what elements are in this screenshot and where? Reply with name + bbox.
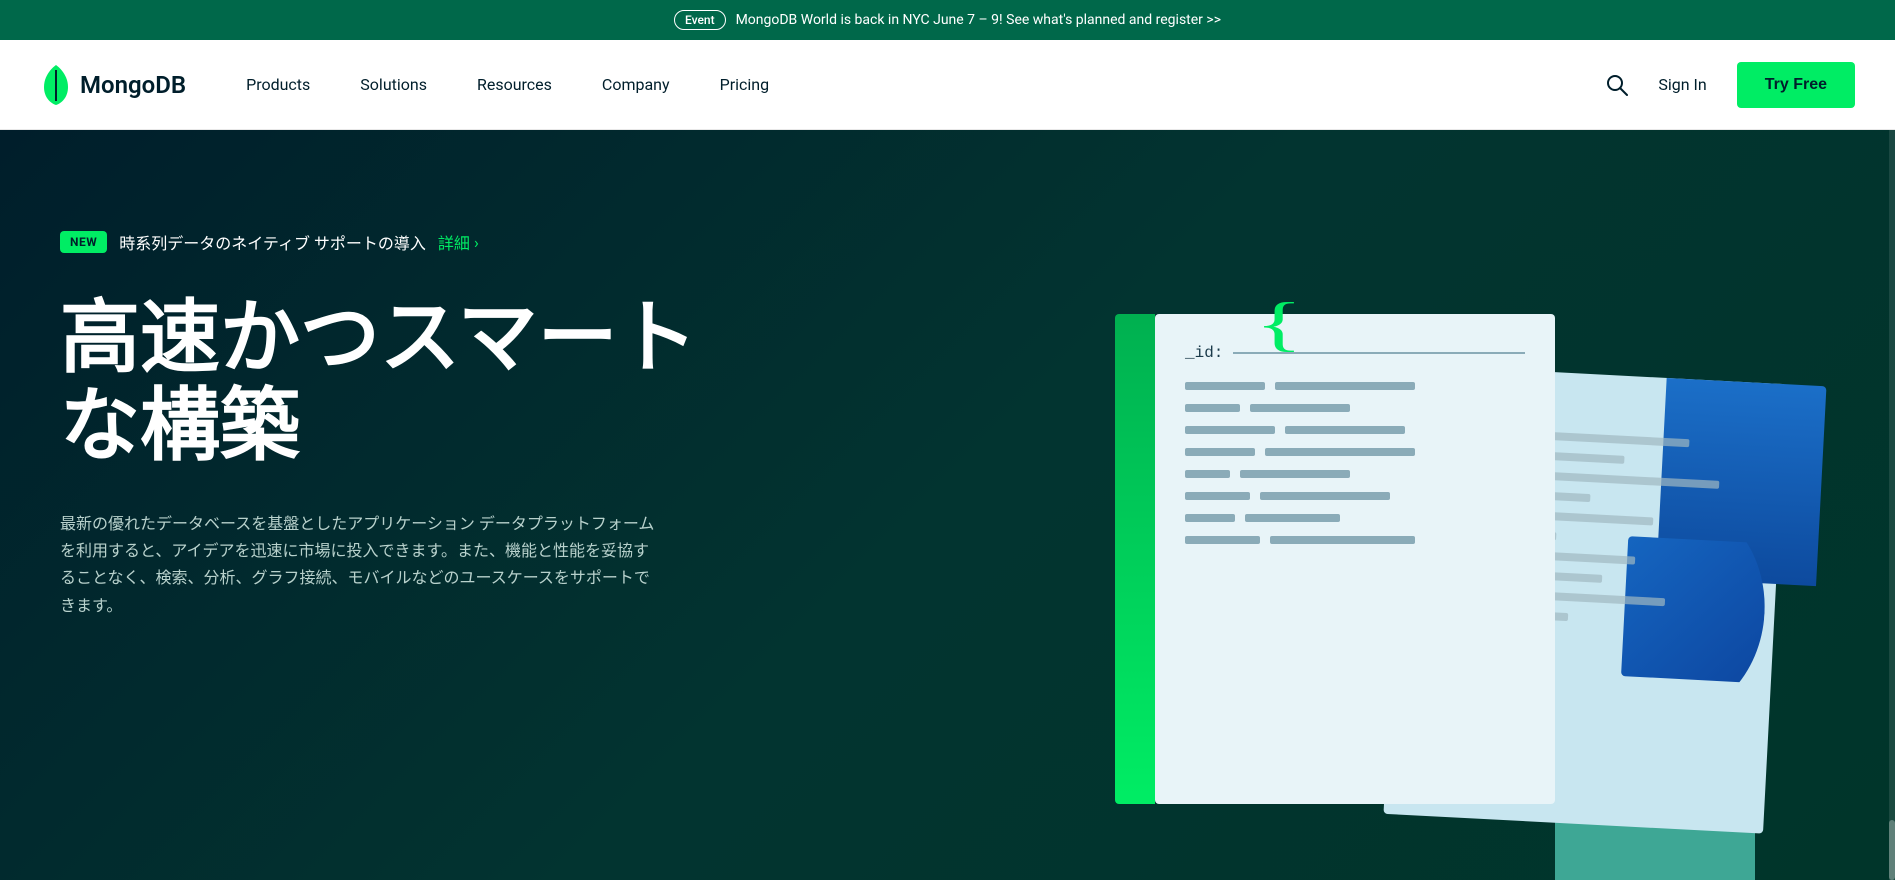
doc-field-line: [1185, 448, 1255, 456]
hero-title: 高速かつスマートな構築: [60, 294, 760, 470]
logo-text: MongoDB: [80, 71, 186, 99]
hero-description: 最新の優れたデータベースを基盤としたアプリケーション データプラットフォームを利…: [60, 510, 660, 619]
mongodb-leaf-icon: [40, 65, 72, 105]
nav-products[interactable]: Products: [246, 75, 310, 94]
try-free-button[interactable]: Try Free: [1737, 62, 1855, 108]
doc-value-line: [1285, 426, 1405, 434]
doc-field-line: [1185, 426, 1275, 434]
scrollbar: [1889, 130, 1895, 880]
green-sidebar-accent: [1115, 314, 1155, 804]
banner-text: MongoDB World is back in NYC June 7 – 9!…: [736, 12, 1221, 28]
doc-row: [1185, 426, 1525, 434]
doc-row: [1185, 382, 1525, 390]
nav-right: Sign In Try Free: [1606, 62, 1855, 108]
doc-row: [1185, 448, 1525, 456]
search-button[interactable]: [1606, 74, 1628, 96]
doc-field-line: [1185, 470, 1230, 478]
hero-illustration: {: [1055, 314, 1755, 880]
nav-company[interactable]: Company: [602, 75, 670, 94]
event-badge: Event: [674, 10, 726, 30]
doc-content-lines: [1185, 382, 1525, 544]
blue-wave-shape: [1621, 536, 1768, 683]
doc-row: [1185, 492, 1525, 500]
doc-row: [1185, 470, 1525, 478]
nav-pricing[interactable]: Pricing: [720, 75, 770, 94]
doc-field-line: [1185, 492, 1250, 500]
doc-value-line: [1250, 404, 1350, 412]
search-icon: [1606, 74, 1628, 96]
doc-field-line: [1185, 404, 1240, 412]
doc-row: [1185, 536, 1525, 544]
doc-field-line: [1185, 382, 1265, 390]
announcement-link[interactable]: 詳細 ›: [438, 230, 479, 254]
scrollbar-thumb: [1889, 820, 1895, 880]
hero-section: NEW 時系列データのネイティブ サポートの導入 詳細 › 高速かつスマートな構…: [0, 130, 1895, 880]
announcement-link-text: 詳細: [438, 230, 470, 254]
logo-link[interactable]: MongoDB: [40, 65, 186, 105]
chevron-right-icon: ›: [474, 233, 479, 252]
doc-id-label: _id:: [1185, 344, 1223, 362]
event-banner: Event MongoDB World is back in NYC June …: [0, 0, 1895, 40]
announcement-text: 時系列データのネイティブ サポートの導入: [119, 230, 426, 254]
doc-value-line: [1260, 492, 1390, 500]
doc-value-line: [1265, 448, 1415, 456]
doc-id-row: _id:: [1185, 344, 1525, 362]
hero-text-block: 高速かつスマートな構築 最新の優れたデータベースを基盤としたアプリケーション デ…: [60, 294, 760, 619]
nav-resources[interactable]: Resources: [477, 75, 552, 94]
doc-value-line: [1270, 536, 1415, 544]
doc-value-line: [1245, 514, 1340, 522]
doc-value-line: [1275, 382, 1415, 390]
doc-value-line: [1240, 470, 1350, 478]
nav-links: Products Solutions Resources Company Pri…: [246, 75, 1606, 94]
hero-announcement: NEW 時系列データのネイティブ サポートの導入 詳細 ›: [60, 230, 1835, 254]
doc-field-line: [1185, 514, 1235, 522]
document-card-main: _id:: [1155, 314, 1555, 804]
nav-solutions[interactable]: Solutions: [360, 75, 427, 94]
navbar: MongoDB Products Solutions Resources Com…: [0, 40, 1895, 130]
hero-content: 高速かつスマートな構築 最新の優れたデータベースを基盤としたアプリケーション デ…: [60, 294, 1835, 619]
sign-in-link[interactable]: Sign In: [1658, 75, 1706, 94]
curly-brace-icon: {: [1255, 294, 1303, 354]
doc-field-line: [1185, 536, 1260, 544]
doc-row: [1185, 514, 1525, 522]
doc-row: [1185, 404, 1525, 412]
new-badge: NEW: [60, 231, 107, 253]
